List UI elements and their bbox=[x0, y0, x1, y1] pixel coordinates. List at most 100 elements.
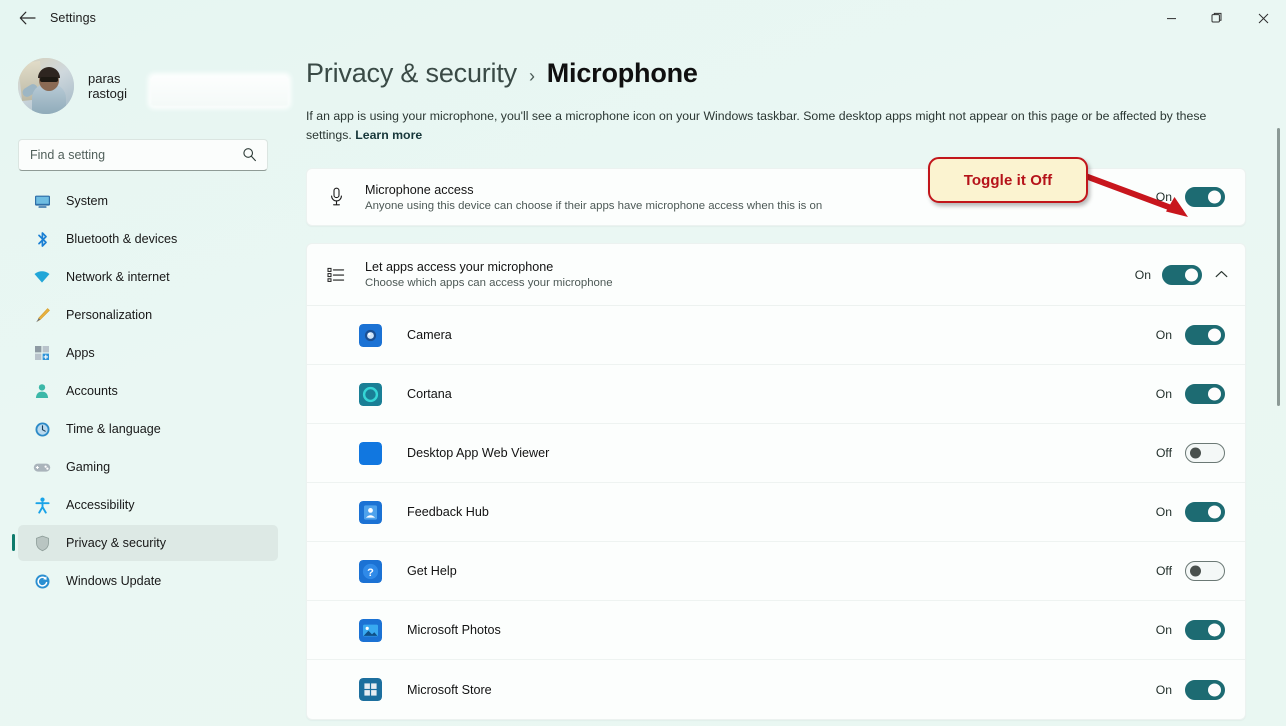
sidebar-item-apps[interactable]: Apps bbox=[18, 335, 278, 371]
paintbrush-icon bbox=[32, 305, 52, 325]
window-controls bbox=[1148, 0, 1286, 36]
let-apps-access-card: Let apps access your microphone Choose w… bbox=[306, 243, 1246, 720]
sidebar-nav: System Bluetooth & devices Network & int… bbox=[0, 183, 288, 599]
sidebar-item-accessibility[interactable]: Accessibility bbox=[18, 487, 278, 523]
store-app-icon bbox=[359, 678, 382, 701]
page-description: If an app is using your microphone, you'… bbox=[306, 107, 1242, 145]
search-input[interactable] bbox=[19, 148, 224, 162]
pointer-arrow-icon bbox=[1070, 168, 1188, 217]
app-row[interactable]: Microsoft Store On bbox=[307, 660, 1245, 719]
app-row[interactable]: Cortana On bbox=[307, 365, 1245, 424]
monitor-icon bbox=[32, 191, 52, 211]
app-name: Microsoft Store bbox=[407, 682, 492, 697]
scrollbar-thumb[interactable] bbox=[1277, 128, 1280, 406]
sidebar-item-label: Privacy & security bbox=[66, 536, 167, 550]
learn-more-link[interactable]: Learn more bbox=[355, 128, 422, 142]
app-state-label: On bbox=[1155, 682, 1172, 697]
search-icon bbox=[242, 147, 257, 167]
breadcrumb-parent[interactable]: Privacy & security bbox=[306, 58, 517, 89]
app-name: Desktop App Web Viewer bbox=[407, 446, 550, 460]
close-button[interactable] bbox=[1240, 0, 1286, 36]
sidebar-item-time-language[interactable]: Time & language bbox=[18, 411, 278, 447]
sidebar-item-label: System bbox=[66, 194, 108, 208]
sidebar-item-system[interactable]: System bbox=[18, 183, 278, 219]
app-toggle[interactable] bbox=[1185, 502, 1225, 522]
app-toggle[interactable] bbox=[1185, 561, 1225, 581]
app-row[interactable]: Microsoft Photos On bbox=[307, 601, 1245, 660]
let-apps-access-header[interactable]: Let apps access your microphone Choose w… bbox=[307, 244, 1245, 306]
annotation-callout: Toggle it Off bbox=[928, 157, 1088, 203]
shield-icon bbox=[32, 533, 52, 553]
chevron-up-icon[interactable] bbox=[1213, 270, 1229, 279]
sidebar-item-personalization[interactable]: Personalization bbox=[18, 297, 278, 333]
let-apps-access-text: Let apps access your microphone Choose w… bbox=[365, 260, 1135, 289]
list-icon bbox=[325, 267, 347, 283]
let-apps-access-control: On bbox=[1135, 264, 1229, 285]
app-toggle[interactable] bbox=[1185, 384, 1225, 404]
sidebar-item-network-internet[interactable]: Network & internet bbox=[18, 259, 278, 295]
apps-grid-icon bbox=[32, 343, 52, 363]
minimize-button[interactable] bbox=[1148, 0, 1194, 36]
app-toggle[interactable] bbox=[1185, 443, 1225, 463]
app-toggle[interactable] bbox=[1185, 325, 1225, 345]
update-icon bbox=[32, 571, 52, 591]
sidebar-item-privacy-security[interactable]: Privacy & security bbox=[12, 525, 278, 561]
user-profile[interactable]: paras rastogi bbox=[18, 53, 288, 119]
app-name: Feedback Hub bbox=[407, 505, 489, 519]
cortana-app-icon bbox=[359, 382, 382, 406]
app-row[interactable]: ? Get Help Off bbox=[307, 542, 1245, 601]
app-row[interactable]: Desktop App Web Viewer Off bbox=[307, 424, 1245, 483]
sidebar-item-label: Apps bbox=[66, 346, 95, 360]
settings-window: Settings paras rastogi Find a setting Sy… bbox=[0, 0, 1286, 726]
let-apps-access-subtitle: Choose which apps can access your microp… bbox=[365, 277, 613, 289]
profile-text: paras rastogi bbox=[88, 71, 151, 101]
back-button[interactable] bbox=[10, 3, 44, 33]
app-state-label: On bbox=[1155, 505, 1172, 519]
app-toggle[interactable] bbox=[1185, 620, 1225, 640]
window-title: Settings bbox=[50, 11, 96, 25]
let-apps-access-title: Let apps access your microphone bbox=[365, 260, 554, 274]
content-pane: Privacy & security › Microphone If an ap… bbox=[288, 36, 1286, 726]
app-state-label: On bbox=[1155, 328, 1172, 342]
maximize-button[interactable] bbox=[1194, 0, 1240, 36]
accessibility-icon bbox=[32, 495, 52, 515]
sidebar-item-label: Personalization bbox=[66, 308, 153, 322]
breadcrumb-separator-icon: › bbox=[528, 66, 535, 86]
app-control: On bbox=[1155, 679, 1225, 700]
app-toggle[interactable] bbox=[1185, 679, 1225, 700]
back-arrow-icon bbox=[19, 11, 36, 25]
restore-icon bbox=[1211, 12, 1222, 23]
breadcrumb: Privacy & security › Microphone bbox=[306, 58, 1286, 89]
feedbackhub-app-icon bbox=[359, 500, 382, 524]
scrollbar-track[interactable] bbox=[1275, 44, 1281, 712]
gamepad-icon bbox=[32, 457, 52, 477]
avatar bbox=[18, 58, 74, 114]
app-state-label: On bbox=[1155, 623, 1172, 637]
profile-name: paras rastogi bbox=[88, 71, 128, 101]
sidebar-item-gaming[interactable]: Gaming bbox=[18, 449, 278, 485]
person-icon bbox=[32, 381, 52, 401]
app-state-label: Off bbox=[1155, 446, 1172, 460]
app-row[interactable]: Feedback Hub On bbox=[307, 483, 1245, 542]
sidebar-item-bluetooth-devices[interactable]: Bluetooth & devices bbox=[18, 221, 278, 257]
profile-email-redacted bbox=[150, 75, 288, 106]
app-control: On bbox=[1156, 502, 1225, 522]
wifi-icon bbox=[32, 267, 52, 287]
app-state-label: On bbox=[1155, 387, 1172, 401]
minimize-icon bbox=[1166, 17, 1176, 19]
let-apps-access-toggle[interactable] bbox=[1162, 264, 1202, 285]
gethelp-app-icon: ? bbox=[359, 559, 382, 583]
app-control: On bbox=[1156, 325, 1225, 345]
title-bar: Settings bbox=[0, 0, 1286, 36]
page-title: Microphone bbox=[546, 58, 698, 88]
search-box[interactable] bbox=[18, 139, 268, 171]
app-control: Off bbox=[1156, 561, 1225, 581]
sidebar-item-label: Network & internet bbox=[66, 270, 170, 284]
sidebar-item-label: Accessibility bbox=[66, 498, 135, 512]
annotation-callout-text: Toggle it Off bbox=[963, 171, 1053, 189]
app-row[interactable]: Camera On bbox=[307, 306, 1245, 365]
sidebar-item-label: Windows Update bbox=[66, 574, 162, 588]
sidebar-item-windows-update[interactable]: Windows Update bbox=[18, 563, 278, 599]
sidebar-item-accounts[interactable]: Accounts bbox=[18, 373, 278, 409]
app-name: Microsoft Photos bbox=[407, 623, 501, 637]
